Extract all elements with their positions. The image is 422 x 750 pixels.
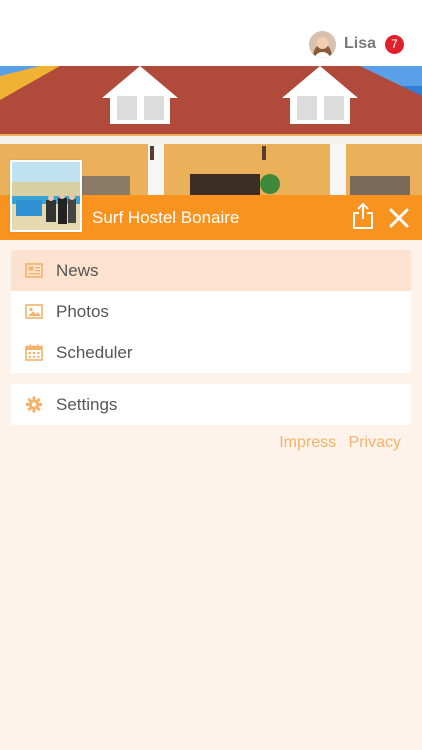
menu-item-photos[interactable]: Photos (11, 291, 411, 332)
menu-item-label: Settings (56, 394, 118, 414)
calendar-icon (25, 344, 43, 361)
menu-item-label: News (56, 260, 99, 280)
user-profile[interactable]: Lisa 7 (308, 30, 404, 58)
footer-links: Impress Privacy (271, 434, 401, 452)
privacy-link[interactable]: Privacy (349, 434, 401, 451)
hostel-thumbnail[interactable] (10, 160, 82, 232)
newspaper-icon (25, 263, 43, 278)
menu-item-label: Scheduler (56, 342, 133, 362)
notification-badge[interactable]: 7 (385, 34, 404, 54)
image-icon (25, 304, 43, 319)
avatar[interactable] (308, 30, 336, 58)
secondary-menu: Settings (11, 384, 411, 425)
share-icon[interactable] (350, 202, 376, 230)
menu-item-settings[interactable]: Settings (11, 384, 411, 425)
menu-item-label: Photos (56, 301, 109, 321)
top-bar: Lisa 7 (0, 0, 422, 66)
menu-item-news[interactable]: News (11, 250, 411, 291)
username[interactable]: Lisa (344, 35, 376, 53)
main-menu: News Photos Scheduler (11, 250, 411, 373)
menu-item-scheduler[interactable]: Scheduler (11, 332, 411, 373)
hostel-name: Surf Hostel Bonaire (92, 208, 240, 227)
close-icon[interactable] (388, 207, 410, 229)
gear-icon (26, 396, 42, 413)
impress-link[interactable]: Impress (279, 434, 336, 451)
